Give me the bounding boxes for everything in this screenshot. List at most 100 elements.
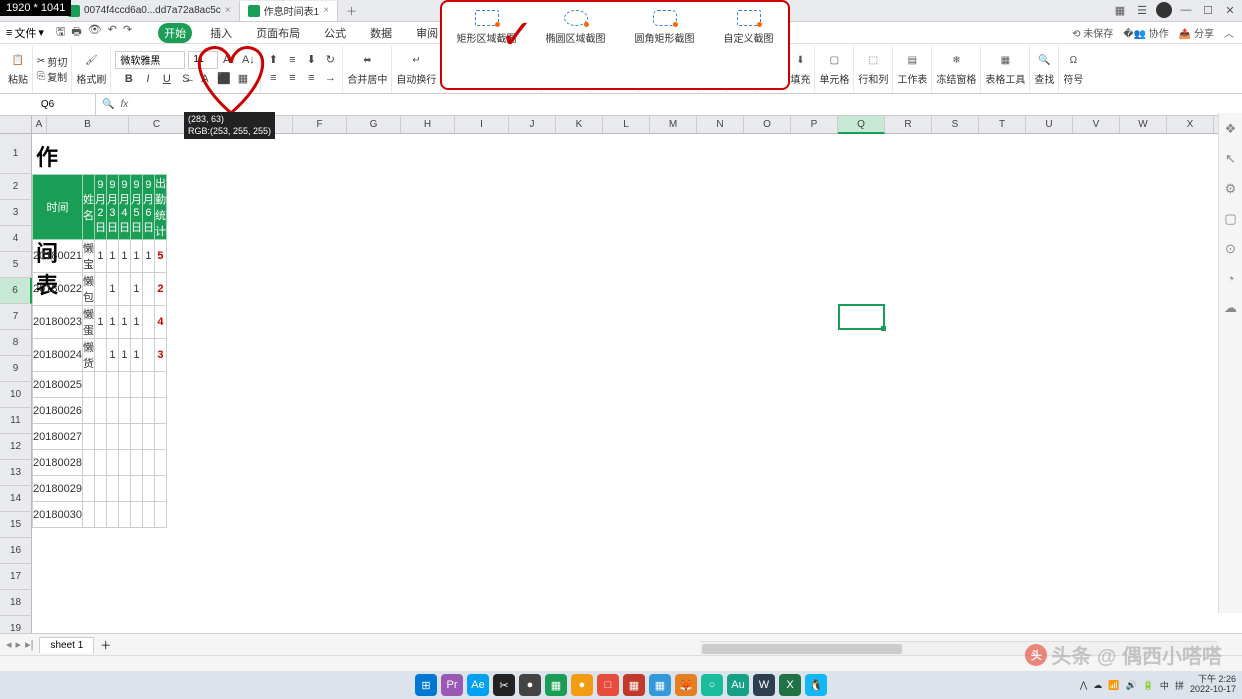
side-help-icon[interactable]: ⊙ bbox=[1225, 241, 1236, 257]
cut-button[interactable]: ✂ 剪切 bbox=[37, 54, 67, 69]
table-cell[interactable] bbox=[130, 476, 142, 502]
table-cell[interactable] bbox=[154, 398, 166, 424]
select-all-corner[interactable] bbox=[0, 116, 32, 134]
ribbon-tab[interactable]: 页面布局 bbox=[250, 23, 306, 43]
column-header[interactable]: V bbox=[1073, 116, 1120, 134]
side-select-icon[interactable]: ↖ bbox=[1225, 151, 1236, 167]
taskbar-app-icon[interactable]: ● bbox=[571, 674, 593, 696]
font-select[interactable]: 微软雅黑 bbox=[115, 51, 185, 69]
table-cell[interactable] bbox=[154, 502, 166, 528]
table-cell[interactable] bbox=[154, 476, 166, 502]
taskbar-app-icon[interactable]: 🦊 bbox=[675, 674, 697, 696]
table-cell[interactable] bbox=[82, 372, 94, 398]
table-cell[interactable] bbox=[142, 450, 154, 476]
column-header[interactable]: H bbox=[401, 116, 455, 134]
side-settings-icon[interactable]: ⚙ bbox=[1225, 181, 1237, 197]
close-button[interactable]: ✕ bbox=[1222, 4, 1238, 17]
document-tab[interactable]: 0074f4ccd6a0...dd7a72a8ac5c× bbox=[60, 1, 240, 21]
share-button[interactable]: 📤 分享 bbox=[1179, 25, 1214, 40]
bold-button[interactable]: B bbox=[121, 71, 137, 87]
fill-button[interactable]: ⬇填充 bbox=[790, 51, 810, 86]
border-button[interactable]: ▦ bbox=[235, 71, 251, 87]
taskbar-app-icon[interactable]: □ bbox=[597, 674, 619, 696]
column-header[interactable]: M bbox=[650, 116, 697, 134]
table-cell[interactable] bbox=[142, 306, 154, 339]
column-header[interactable]: T bbox=[979, 116, 1026, 134]
rounded-screenshot-button[interactable]: 圆角矩形截图 bbox=[635, 10, 695, 45]
table-cell[interactable] bbox=[106, 476, 118, 502]
tray-cloud-icon[interactable]: ☁ bbox=[1093, 680, 1102, 691]
taskbar-app-icon[interactable]: W bbox=[753, 674, 775, 696]
table-cell[interactable] bbox=[130, 398, 142, 424]
format-brush-button[interactable]: 🖌格式刷 bbox=[76, 51, 106, 86]
column-header[interactable]: C bbox=[129, 116, 185, 134]
table-cell[interactable]: 1 bbox=[130, 339, 142, 372]
font-size-select[interactable]: 11 bbox=[188, 51, 218, 69]
column-header[interactable]: O bbox=[744, 116, 791, 134]
table-cell[interactable] bbox=[106, 502, 118, 528]
underline-button[interactable]: U bbox=[159, 71, 175, 87]
table-cell[interactable] bbox=[118, 398, 130, 424]
table-cell[interactable] bbox=[94, 273, 106, 306]
table-cell[interactable] bbox=[118, 372, 130, 398]
tabletool-button[interactable]: ▦表格工具 bbox=[985, 51, 1025, 86]
add-sheet-button[interactable]: ＋ bbox=[100, 637, 111, 653]
table-cell[interactable] bbox=[118, 476, 130, 502]
taskbar-app-icon[interactable]: Ae bbox=[467, 674, 489, 696]
increase-font-icon[interactable]: A↑ bbox=[221, 52, 237, 68]
table-cell[interactable] bbox=[130, 372, 142, 398]
minimize-button[interactable]: — bbox=[1178, 4, 1194, 16]
tab-close-icon[interactable]: × bbox=[323, 5, 329, 16]
preview-icon[interactable]: 👁 bbox=[88, 23, 102, 42]
wrap-button[interactable]: ↵自动换行 bbox=[396, 51, 436, 86]
table-cell[interactable] bbox=[142, 502, 154, 528]
collapse-ribbon-icon[interactable]: ︿ bbox=[1224, 25, 1234, 40]
ribbon-tab[interactable]: 插入 bbox=[204, 23, 238, 43]
table-cell[interactable] bbox=[118, 450, 130, 476]
column-header[interactable]: Q bbox=[838, 116, 885, 134]
taskbar-app-icon[interactable]: ⊞ bbox=[415, 674, 437, 696]
table-cell[interactable] bbox=[142, 372, 154, 398]
tray-vol-icon[interactable]: 🔊 bbox=[1125, 680, 1136, 691]
avatar[interactable] bbox=[1156, 2, 1172, 18]
row-header[interactable]: 6 bbox=[0, 278, 32, 304]
taskbar-app-icon[interactable]: 🐧 bbox=[805, 674, 827, 696]
column-header[interactable]: J bbox=[509, 116, 556, 134]
column-header[interactable]: U bbox=[1026, 116, 1073, 134]
row-header[interactable]: 8 bbox=[0, 330, 32, 356]
grid-icon[interactable]: ▦ bbox=[1112, 4, 1128, 17]
document-tab[interactable]: 作息时间表1× bbox=[240, 1, 338, 21]
find-button[interactable]: 🔍查找 bbox=[1034, 51, 1054, 86]
align-middle-icon[interactable]: ≡ bbox=[284, 52, 300, 68]
taskbar-app-icon[interactable]: ▦ bbox=[545, 674, 567, 696]
row-header[interactable]: 13 bbox=[0, 460, 32, 486]
table-cell[interactable]: 1 bbox=[106, 273, 118, 306]
table-cell[interactable]: 懒蛋 bbox=[82, 306, 94, 339]
font-color-button[interactable]: A bbox=[197, 71, 213, 87]
taskbar-app-icon[interactable]: ✂ bbox=[493, 674, 515, 696]
column-header[interactable]: W bbox=[1120, 116, 1167, 134]
table-cell[interactable] bbox=[142, 273, 154, 306]
maximize-button[interactable]: ☐ bbox=[1200, 4, 1216, 17]
align-left-icon[interactable]: ≡ bbox=[265, 70, 281, 86]
column-header[interactable]: L bbox=[603, 116, 650, 134]
table-cell[interactable] bbox=[130, 424, 142, 450]
taskbar-app-icon[interactable]: Au bbox=[727, 674, 749, 696]
side-clock-icon[interactable]: ◔ bbox=[1227, 271, 1235, 286]
row-header[interactable]: 3 bbox=[0, 200, 32, 226]
freeze-button[interactable]: ❄冻结窗格 bbox=[936, 51, 976, 86]
symbol-button[interactable]: Ω符号 bbox=[1063, 51, 1083, 86]
custom-screenshot-button[interactable]: 自定义截图 bbox=[724, 10, 774, 45]
row-header[interactable]: 12 bbox=[0, 434, 32, 460]
align-center-icon[interactable]: ≡ bbox=[284, 70, 300, 86]
italic-button[interactable]: I bbox=[140, 71, 156, 87]
spreadsheet-grid[interactable]: ABCDEFGHIJKLMNOPQRSTUVWXY 12345678910111… bbox=[0, 116, 1242, 626]
table-cell[interactable]: 5 bbox=[154, 240, 166, 273]
fx-icon[interactable]: fx bbox=[120, 99, 128, 110]
table-cell[interactable] bbox=[118, 273, 130, 306]
table-cell[interactable] bbox=[130, 450, 142, 476]
table-cell[interactable]: 懒宝 bbox=[82, 240, 94, 273]
table-cell[interactable]: 20180024 bbox=[33, 339, 83, 372]
column-header[interactable]: B bbox=[47, 116, 129, 134]
side-menu-icon[interactable]: ❖ bbox=[1225, 121, 1237, 137]
